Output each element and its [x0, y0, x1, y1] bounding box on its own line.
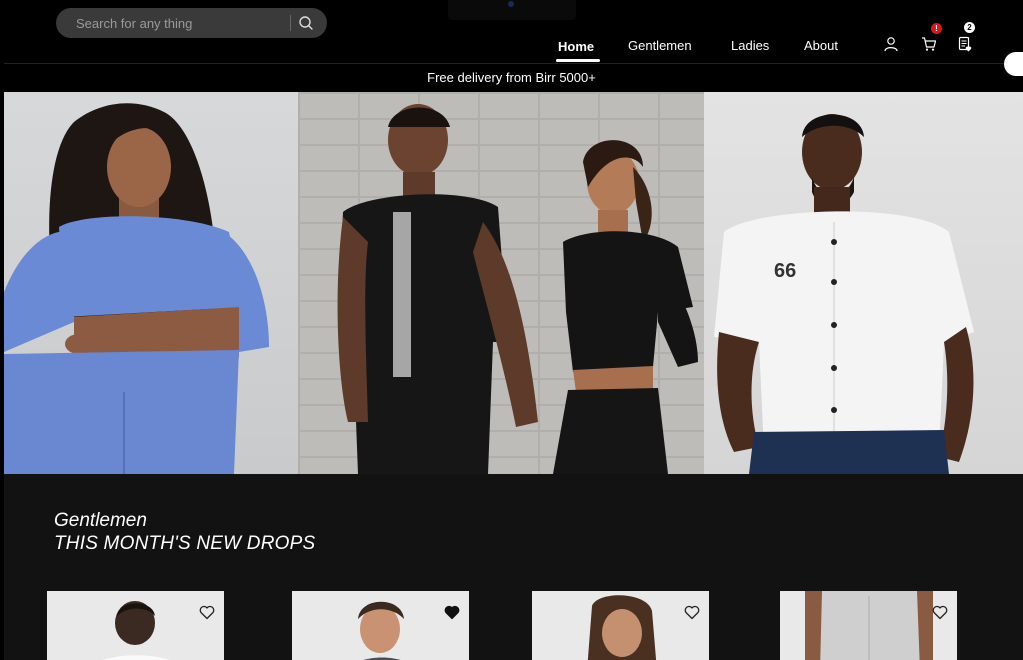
product-image — [358, 601, 404, 660]
section-subtitle: THIS MONTH'S NEW DROPS — [54, 533, 316, 554]
logo[interactable] — [448, 0, 576, 20]
product-card[interactable] — [292, 591, 469, 660]
hero-women-image — [4, 103, 269, 474]
heart-icon[interactable] — [683, 603, 701, 621]
search-input[interactable] — [56, 15, 288, 31]
user-icon[interactable] — [883, 36, 899, 52]
site-header: Home Gentlemen Ladies About ! 2 — [0, 0, 1023, 63]
hero-banner[interactable]: 66 — [4, 92, 1023, 474]
product-image — [587, 595, 657, 660]
hero-panel-women — [4, 92, 298, 474]
hero-panel-couple — [298, 92, 704, 474]
hero-man-image: 66 — [714, 114, 974, 474]
search-icon[interactable] — [297, 14, 315, 32]
search-divider — [290, 15, 291, 31]
promo-banner: Free delivery from Birr 5000+ — [427, 70, 596, 85]
nav-gentlemen[interactable]: Gentlemen — [628, 38, 692, 53]
side-drawer-toggle[interactable] — [1004, 52, 1023, 76]
new-drops-section: Gentlemen THIS MONTH'S NEW DROPS — [4, 474, 1023, 660]
search-bar — [56, 8, 327, 38]
nav-ladies[interactable]: Ladies — [731, 38, 769, 53]
product-card[interactable] — [780, 591, 957, 660]
svg-text:66: 66 — [774, 260, 796, 282]
product-image — [805, 591, 933, 660]
wishlist-icon[interactable] — [957, 36, 973, 52]
section-title: Gentlemen — [54, 510, 147, 531]
product-image — [103, 601, 170, 660]
heart-icon[interactable] — [931, 603, 949, 621]
cart-icon[interactable] — [921, 36, 937, 52]
heart-icon[interactable] — [198, 603, 216, 621]
wishlist-badge: 2 — [964, 22, 975, 33]
hero-panel-man: 66 — [704, 92, 1023, 474]
nav-active-indicator — [556, 59, 600, 62]
logo-mark — [508, 1, 514, 7]
cart-badge: ! — [931, 23, 942, 34]
shirt-print — [393, 212, 411, 377]
heart-filled-icon[interactable] — [443, 603, 461, 621]
nav-about[interactable]: About — [804, 38, 838, 53]
nav-home[interactable]: Home — [558, 39, 594, 54]
product-card[interactable] — [532, 591, 709, 660]
product-card[interactable] — [47, 591, 224, 660]
hero-couple-image — [337, 104, 698, 474]
